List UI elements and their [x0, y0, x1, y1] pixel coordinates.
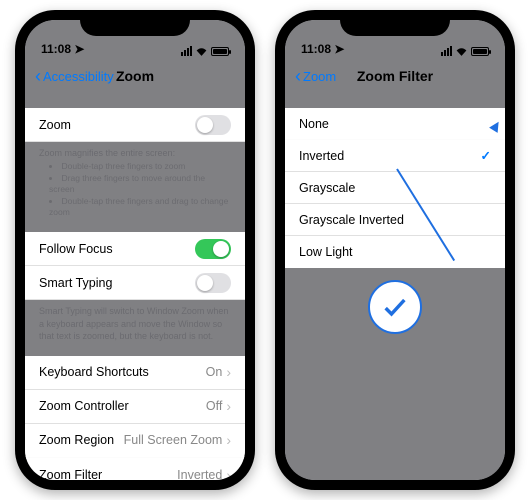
- back-button[interactable]: ‹ Accessibility: [35, 58, 114, 94]
- battery-icon: [211, 47, 229, 56]
- wifi-icon: [195, 46, 208, 56]
- battery-icon: [471, 47, 489, 56]
- option-label: Low Light: [299, 245, 353, 259]
- wifi-icon: [455, 46, 468, 56]
- location-icon: ➤: [74, 42, 84, 56]
- zoom-controller-value: Off: [206, 399, 222, 413]
- smart-typing-toggle[interactable]: [195, 273, 231, 293]
- keyboard-shortcuts-row[interactable]: Keyboard Shortcuts On›: [25, 356, 245, 390]
- follow-focus-toggle[interactable]: [195, 239, 231, 259]
- checkmark-icon: ✓: [481, 148, 491, 163]
- page-title: Zoom: [116, 68, 154, 84]
- option-grayscale-inverted[interactable]: Grayscale Inverted: [285, 204, 505, 236]
- option-inverted[interactable]: Inverted ✓: [285, 140, 505, 172]
- cellular-icon: [441, 46, 452, 56]
- zoom-toggle[interactable]: [195, 115, 231, 135]
- zoom-label: Zoom: [39, 118, 71, 132]
- checkmark-icon: [381, 293, 409, 321]
- nav-bar: ‹ Zoom Zoom Filter: [285, 58, 505, 94]
- notch: [80, 10, 190, 36]
- back-label: Accessibility: [43, 69, 114, 84]
- cellular-icon: [181, 46, 192, 56]
- option-grayscale[interactable]: Grayscale: [285, 172, 505, 204]
- status-right: [441, 46, 489, 56]
- zoom-controller-row[interactable]: Zoom Controller Off ›: [25, 390, 245, 424]
- zoom-filter-value: Inverted: [177, 468, 222, 480]
- chevron-right-icon: ›: [226, 398, 231, 414]
- keyboard-shortcuts-label: Keyboard Shortcuts: [39, 365, 149, 379]
- follow-focus-row[interactable]: Follow Focus: [25, 232, 245, 266]
- follow-focus-label: Follow Focus: [39, 242, 113, 256]
- nav-bar: ‹ Accessibility Zoom: [25, 58, 245, 94]
- screen-zoom-settings: 11:08 ➤ ‹ Accessibility Zoom Zoom Z: [25, 20, 245, 480]
- zoom-region-row[interactable]: Zoom Region Full Screen Zoom›: [25, 424, 245, 458]
- back-button[interactable]: ‹ Zoom: [295, 58, 336, 94]
- option-none[interactable]: None: [285, 108, 505, 140]
- back-label: Zoom: [303, 69, 336, 84]
- zoom-toggle-row[interactable]: Zoom: [25, 108, 245, 142]
- option-label: Inverted: [299, 149, 344, 163]
- phone-right: 11:08 ➤ ‹ Zoom Zoom Filter None Inverted: [275, 10, 515, 490]
- screen-zoom-filter: 11:08 ➤ ‹ Zoom Zoom Filter None Inverted: [285, 20, 505, 480]
- smart-typing-row[interactable]: Smart Typing: [25, 266, 245, 300]
- status-time: 11:08 ➤: [301, 42, 344, 56]
- smart-typing-help: Smart Typing will switch to Window Zoom …: [25, 300, 245, 341]
- zoom-region-label: Zoom Region: [39, 433, 114, 447]
- zoom-help: Zoom magnifies the entire screen: Double…: [25, 142, 245, 218]
- chevron-right-icon: ›: [226, 467, 231, 480]
- location-icon: ➤: [334, 42, 344, 56]
- notch: [340, 10, 450, 36]
- option-low-light[interactable]: Low Light: [285, 236, 505, 268]
- zoom-filter-label: Zoom Filter: [39, 468, 102, 480]
- zoom-controller-label: Zoom Controller: [39, 399, 129, 413]
- status-time: 11:08 ➤: [41, 42, 84, 56]
- option-label: Grayscale Inverted: [299, 213, 404, 227]
- phone-left: 11:08 ➤ ‹ Accessibility Zoom Zoom Z: [15, 10, 255, 490]
- zoom-filter-row[interactable]: Zoom Filter Inverted ›: [25, 458, 245, 480]
- keyboard-shortcuts-value: On: [206, 365, 223, 379]
- chevron-left-icon: ‹: [35, 67, 41, 85]
- status-right: [181, 46, 229, 56]
- chevron-left-icon: ‹: [295, 67, 301, 85]
- zoom-region-value: Full Screen Zoom: [124, 433, 223, 447]
- page-title: Zoom Filter: [357, 68, 433, 84]
- smart-typing-label: Smart Typing: [39, 276, 112, 290]
- option-label: None: [299, 117, 329, 131]
- chevron-right-icon: ›: [226, 364, 231, 380]
- option-label: Grayscale: [299, 181, 355, 195]
- chevron-right-icon: ›: [226, 432, 231, 448]
- callout-checkmark: [368, 280, 422, 334]
